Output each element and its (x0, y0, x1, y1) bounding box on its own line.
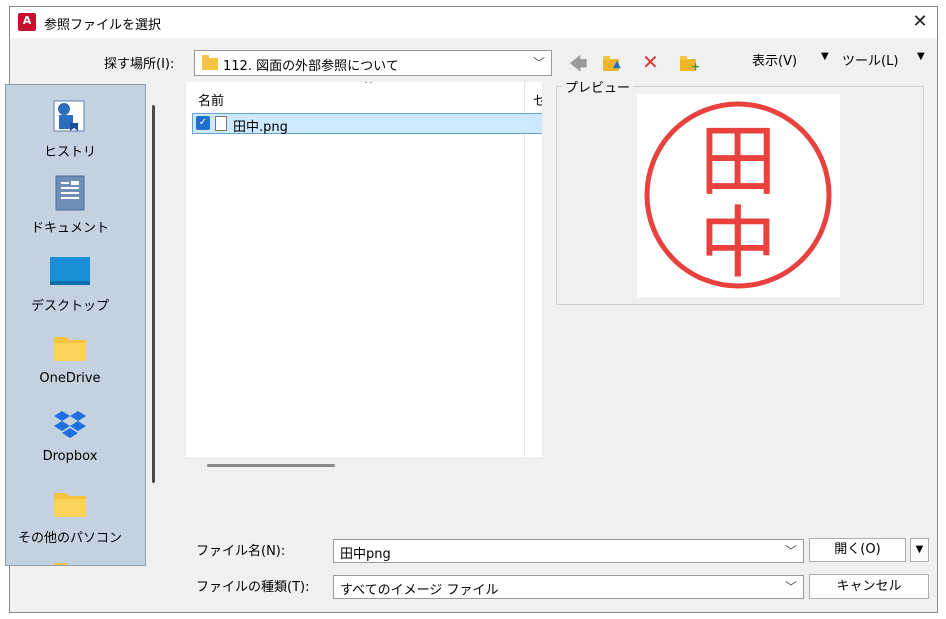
filetype-label: ファイルの種類(T): (196, 580, 310, 595)
new-folder-icon[interactable]: + (680, 55, 700, 74)
place-label: その他のパソコン (17, 531, 122, 546)
lookin-label: 探す場所(I): (104, 57, 175, 72)
desktop-icon (50, 257, 90, 285)
filename-combo[interactable]: 田中png ﹀ (333, 539, 804, 563)
place-other-pcs[interactable]: その他のパソコン (6, 483, 134, 546)
cancel-button[interactable]: キャンセル (809, 574, 929, 599)
documents-icon (55, 175, 85, 211)
view-dropdown-icon[interactable]: ▼ (821, 51, 829, 62)
tools-menu[interactable]: ツール(L) (842, 50, 898, 69)
filetype-combo[interactable]: すべてのイメージ ファイル ﹀ (333, 575, 804, 599)
file-list-hscrollbar[interactable] (207, 464, 335, 467)
places-bar: ヒストリ ドキュメント デスクトップ OneDrive Dropbox その他の… (5, 84, 146, 566)
filename-label: ファイル名(N): (196, 544, 286, 559)
place-history[interactable]: ヒストリ (6, 97, 134, 160)
place-label: ヒストリ (43, 145, 96, 160)
preview-label: プレビュー (562, 77, 634, 96)
folder-icon (54, 337, 86, 361)
tools-dropdown-icon[interactable]: ▼ (917, 51, 925, 62)
column-header-partial[interactable]: セ (533, 90, 542, 109)
dropbox-icon (54, 411, 86, 438)
filename-value: 田中png (340, 547, 391, 562)
folder-icon (202, 55, 218, 73)
history-icon (53, 100, 85, 132)
lookin-combo[interactable]: 112. 図面の外部参照について ﹀ (194, 50, 552, 76)
place-dropbox[interactable]: Dropbox (6, 405, 134, 464)
place-label: Dropbox (42, 449, 98, 464)
chevron-down-icon: ﹀ (784, 580, 797, 594)
open-dropdown-button[interactable]: ▼ (910, 538, 929, 562)
folder-icon (54, 563, 68, 565)
place-onedrive[interactable]: OneDrive (6, 327, 134, 386)
column-divider[interactable] (524, 82, 525, 457)
file-name: 田中.png (233, 120, 288, 135)
stamp-char: 田 (699, 117, 777, 207)
chevron-down-icon: ﹀ (784, 544, 797, 558)
close-button[interactable]: ✕ (903, 7, 937, 38)
sort-arrow-icon: ^ (364, 82, 374, 91)
preview-image: 田 中 (637, 94, 840, 297)
column-header-name[interactable]: 名前 (198, 90, 224, 109)
title-bar: A 参照ファイルを選択 ✕ (10, 7, 937, 38)
place-label: ドキュメント (30, 221, 109, 236)
chevron-down-icon: ﹀ (532, 56, 545, 70)
lookin-value: 112. 図面の外部参照について (223, 59, 399, 74)
filetype-value: すべてのイメージ ファイル (340, 583, 499, 598)
folder-icon (54, 493, 86, 517)
place-documents[interactable]: ドキュメント (6, 173, 134, 236)
place-label: OneDrive (39, 371, 101, 386)
stamp-image: 田 中 (644, 101, 832, 289)
view-menu[interactable]: 表示(V) (752, 50, 797, 69)
window-title: 参照ファイルを選択 (44, 18, 162, 33)
image-file-icon (215, 116, 227, 131)
autocad-icon: A (18, 13, 36, 31)
checkbox-icon[interactable]: ✓ (196, 116, 210, 130)
up-folder-icon[interactable]: ▲ (603, 55, 621, 74)
stamp-char: 中 (699, 199, 777, 289)
file-list[interactable]: ^ 名前 セ ✓ 田中.png (186, 82, 542, 457)
delete-icon[interactable]: ✕ (642, 50, 659, 74)
places-scrollbar[interactable] (152, 105, 155, 483)
place-desktop[interactable]: デスクトップ (6, 251, 134, 314)
open-button[interactable]: 開く(O) (809, 538, 906, 562)
place-label: デスクトップ (30, 299, 109, 314)
file-row[interactable]: ✓ 田中.png (192, 113, 542, 135)
place-more[interactable] (6, 559, 134, 565)
